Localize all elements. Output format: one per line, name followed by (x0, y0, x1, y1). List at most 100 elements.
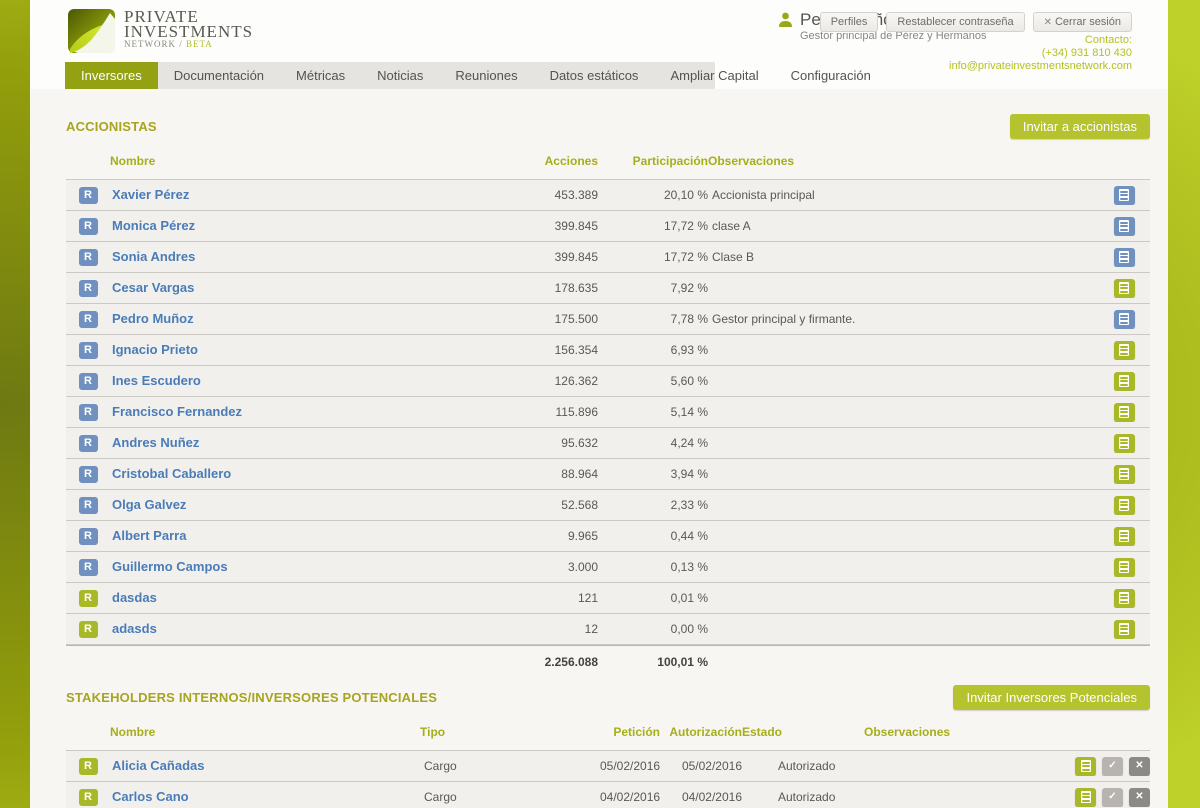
shareholder-name-link[interactable]: adasds (112, 621, 157, 636)
shareholder-name-link[interactable]: Francisco Fernandez (112, 404, 242, 419)
acciones-value: 9.965 (490, 529, 598, 543)
header-buttons: Perfiles Restablecer contraseña ✕Cerrar … (820, 12, 1132, 32)
document-icon[interactable] (1075, 788, 1096, 807)
tipo-value: Cargo (420, 759, 600, 773)
tab-documentaci-n[interactable]: Documentación (158, 62, 280, 89)
shareholder-name-link[interactable]: Olga Galvez (112, 497, 186, 512)
table-row: R Xavier Pérez 453.389 20,10 % Accionist… (66, 179, 1150, 210)
document-icon[interactable] (1114, 589, 1135, 608)
shareholder-name-link[interactable]: Ines Escudero (112, 373, 201, 388)
table-row: R Carlos Cano Cargo 04/02/2016 04/02/201… (66, 781, 1150, 808)
remove-x-icon[interactable]: ✕ (1129, 788, 1150, 807)
approve-check-icon[interactable]: ✓ (1102, 757, 1123, 776)
col-estado: Estado (742, 725, 864, 739)
tab-reuniones[interactable]: Reuniones (439, 62, 533, 89)
acciones-value: 115.896 (490, 405, 598, 419)
shareholder-name-link[interactable]: Albert Parra (112, 528, 186, 543)
document-icon[interactable] (1114, 217, 1135, 236)
shareholder-name-link[interactable]: Pedro Muñoz (112, 311, 194, 326)
table-row: R Cesar Vargas 178.635 7,92 % (66, 272, 1150, 303)
perfiles-button[interactable]: Perfiles (820, 12, 879, 32)
tab-noticias[interactable]: Noticias (361, 62, 439, 89)
document-icon[interactable] (1114, 279, 1135, 298)
shareholder-name-link[interactable]: Ignacio Prieto (112, 342, 198, 357)
document-glyph (1119, 592, 1129, 604)
invite-potential-investors-button[interactable]: Invitar Inversores Potenciales (953, 685, 1150, 710)
shareholder-name-link[interactable]: Cesar Vargas (112, 280, 194, 295)
tab-inversores[interactable]: Inversores (65, 62, 158, 89)
record-badge: R (79, 435, 98, 452)
document-glyph (1081, 760, 1091, 772)
contact-label: Contacto: (949, 34, 1132, 47)
tab-datos-est-ticos[interactable]: Datos estáticos (534, 62, 655, 89)
document-icon[interactable] (1114, 527, 1135, 546)
participacion-value: 0,44 % (598, 529, 708, 543)
document-glyph (1119, 189, 1129, 201)
observaciones-value: Gestor principal y firmante. (708, 312, 1098, 326)
shareholder-name-link[interactable]: Andres Nuñez (112, 435, 199, 450)
document-icon[interactable] (1114, 620, 1135, 639)
nav-bar: InversoresDocumentaciónMétricasNoticiasR… (65, 62, 715, 89)
shareholder-name-link[interactable]: Guillermo Campos (112, 559, 228, 574)
record-badge: R (79, 249, 98, 266)
participacion-value: 5,60 % (598, 374, 708, 388)
participacion-value: 20,10 % (598, 188, 708, 202)
acciones-value: 126.362 (490, 374, 598, 388)
close-icon: ✕ (1044, 17, 1052, 28)
document-icon[interactable] (1114, 403, 1135, 422)
table-row: R Ignacio Prieto 156.354 6,93 % (66, 334, 1150, 365)
document-icon[interactable] (1114, 558, 1135, 577)
document-glyph (1119, 220, 1129, 232)
document-icon[interactable] (1114, 186, 1135, 205)
document-glyph (1119, 344, 1129, 356)
participacion-value: 0,01 % (598, 591, 708, 605)
tab-m-tricas[interactable]: Métricas (280, 62, 361, 89)
logout-button[interactable]: ✕Cerrar sesión (1033, 12, 1132, 32)
record-badge: R (79, 311, 98, 328)
shareholder-name-link[interactable]: Sonia Andres (112, 249, 195, 264)
document-icon[interactable] (1114, 496, 1135, 515)
col-nombre: Nombre (110, 725, 420, 739)
acciones-value: 178.635 (490, 281, 598, 295)
participacion-value: 17,72 % (598, 250, 708, 264)
record-badge: R (79, 373, 98, 390)
contact-email[interactable]: info@privateinvestmentsnetwork.com (949, 60, 1132, 73)
document-icon[interactable] (1114, 310, 1135, 329)
content: ACCIONISTAS Invitar a accionistas Nombre… (30, 113, 1168, 808)
table-row: R Olga Galvez 52.568 2,33 % (66, 489, 1150, 520)
acciones-value: 399.845 (490, 250, 598, 264)
stakeholder-name-link[interactable]: Alicia Cañadas (112, 758, 205, 773)
approve-check-icon[interactable]: ✓ (1102, 788, 1123, 807)
document-icon[interactable] (1075, 757, 1096, 776)
observaciones-value: Accionista principal (708, 188, 1098, 202)
document-icon[interactable] (1114, 341, 1135, 360)
reset-password-button[interactable]: Restablecer contraseña (886, 12, 1024, 32)
remove-x-icon[interactable]: ✕ (1129, 757, 1150, 776)
shareholder-name-link[interactable]: Monica Pérez (112, 218, 195, 233)
shareholder-name-link[interactable]: dasdas (112, 590, 157, 605)
document-icon[interactable] (1114, 434, 1135, 453)
document-icon[interactable] (1114, 248, 1135, 267)
tab-ampliar-capital[interactable]: Ampliar Capital (654, 62, 774, 89)
contact-phone: (+34) 931 810 430 (949, 47, 1132, 60)
document-glyph (1119, 561, 1129, 573)
record-badge: R (79, 342, 98, 359)
invite-shareholders-button[interactable]: Invitar a accionistas (1010, 114, 1150, 139)
tab-configuraci-n[interactable]: Configuración (775, 62, 887, 89)
stakeholder-name-link[interactable]: Carlos Cano (112, 789, 189, 804)
brand-logo[interactable]: PRIVATE INVESTMENTS NETWORK / BETA (68, 9, 253, 53)
document-icon[interactable] (1114, 465, 1135, 484)
shareholder-name-link[interactable]: Xavier Pérez (112, 187, 189, 202)
col-autorizacion: Autorización (660, 725, 742, 739)
participacion-value: 6,93 % (598, 343, 708, 357)
record-badge: R (79, 218, 98, 235)
table-row: R Cristobal Caballero 88.964 3,94 % (66, 458, 1150, 489)
record-badge: R (79, 497, 98, 514)
accionistas-total-row: 2.256.088 100,01 % (66, 645, 1150, 678)
shareholder-name-link[interactable]: Cristobal Caballero (112, 466, 231, 481)
main-panel: PRIVATE INVESTMENTS NETWORK / BETA Pedro… (30, 0, 1168, 808)
col-observaciones: Observaciones (864, 725, 1046, 739)
estado-value: Autorizado (742, 790, 864, 804)
table-row: R dasdas 121 0,01 % (66, 582, 1150, 613)
document-icon[interactable] (1114, 372, 1135, 391)
